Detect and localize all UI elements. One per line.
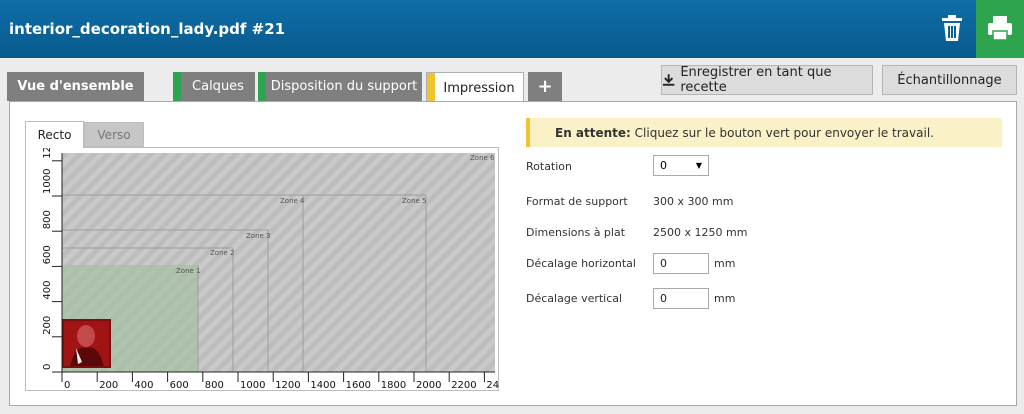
add-tab-button[interactable]: + [528,72,562,101]
tab-layers[interactable]: Calques [173,72,255,101]
x-tick-label: 1000 [240,380,265,391]
h-offset-label: Décalage horizontal [526,257,636,270]
status-notice: En attente: Cliquez sur le bouton vert p… [526,118,1002,147]
v-offset-input[interactable]: 0 [653,288,709,309]
trash-icon[interactable] [936,12,968,44]
tab-back[interactable]: Verso [84,122,144,147]
layout-preview: Zone 1 Zone 2 Zone 3 Zone 4 Zone 5 Zone … [25,133,499,391]
x-tick-label: 200 [99,380,118,391]
media-format-value: 300 x 300 mm [653,195,734,208]
zone-label: Zone 6 [470,154,495,162]
status-stripe-yellow [427,73,435,103]
y-tick-label: 1000 [42,169,53,194]
print-button[interactable] [976,0,1024,58]
document-title: interior_decoration_lady.pdf #21 [9,20,286,38]
download-icon [662,74,675,86]
title-bar: interior_decoration_lady.pdf #21 [0,0,1024,58]
printer-icon [988,16,1012,41]
v-offset-unit: mm [714,292,736,305]
status-stripe-green [258,72,266,101]
y-tick-label: 400 [42,281,53,300]
h-offset-input[interactable]: 0 [653,253,709,274]
x-tick-label: 2200 [451,380,476,391]
y-tick-label: 0 [42,364,53,370]
tab-print[interactable]: Impression [426,72,524,103]
x-tick-label: 1600 [346,380,371,391]
zone-label: Zone 2 [210,249,235,257]
print-panel: Recto Verso Zone 1 Zone 2 Zone 3 Zone 4 … [9,101,1017,406]
tab-overview[interactable]: Vue d'ensemble [7,72,144,101]
x-tick-label: 24 [486,380,499,391]
x-tick-label: 1800 [381,380,406,391]
y-tick-label: 800 [42,210,53,229]
h-offset-unit: mm [714,257,736,270]
flat-dimensions-value: 2500 x 1250 mm [653,226,748,239]
x-tick-label: 600 [170,380,189,391]
zone-label: Zone 5 [402,197,427,205]
rotation-select[interactable]: 0 ▼ [653,155,709,176]
zone-label: Zone 1 [176,267,201,275]
y-tick-label: 200 [42,316,53,335]
save-recipe-button[interactable]: Enregistrer en tant que recette [661,65,873,95]
media-format-label: Format de support [526,195,628,208]
zone-label: Zone 3 [246,232,271,240]
v-offset-label: Décalage vertical [526,292,623,305]
zone-label: Zone 4 [280,197,305,205]
x-tick-label: 1400 [310,380,335,391]
artwork-thumbnail[interactable] [62,319,111,368]
rotation-label: Rotation [526,160,573,173]
tab-front[interactable]: Recto [25,121,84,148]
preview-canvas: Zone 1 Zone 2 Zone 3 Zone 4 Zone 5 Zone … [42,133,499,391]
sampling-button[interactable]: Échantillonnage [882,65,1017,95]
x-tick-label: 1200 [275,380,300,391]
tab-media-layout[interactable]: Disposition du support [258,72,422,101]
x-tick-label: 800 [205,380,224,391]
flat-dimensions-label: Dimensions à plat [526,226,626,239]
y-tick-label: 600 [42,245,53,264]
status-stripe-green [173,72,181,101]
y-tick-label: 1200 [42,148,53,159]
caret-down-icon: ▼ [695,161,702,170]
x-tick-label: 0 [64,380,70,391]
x-tick-label: 2000 [416,380,441,391]
x-tick-label: 400 [134,380,153,391]
